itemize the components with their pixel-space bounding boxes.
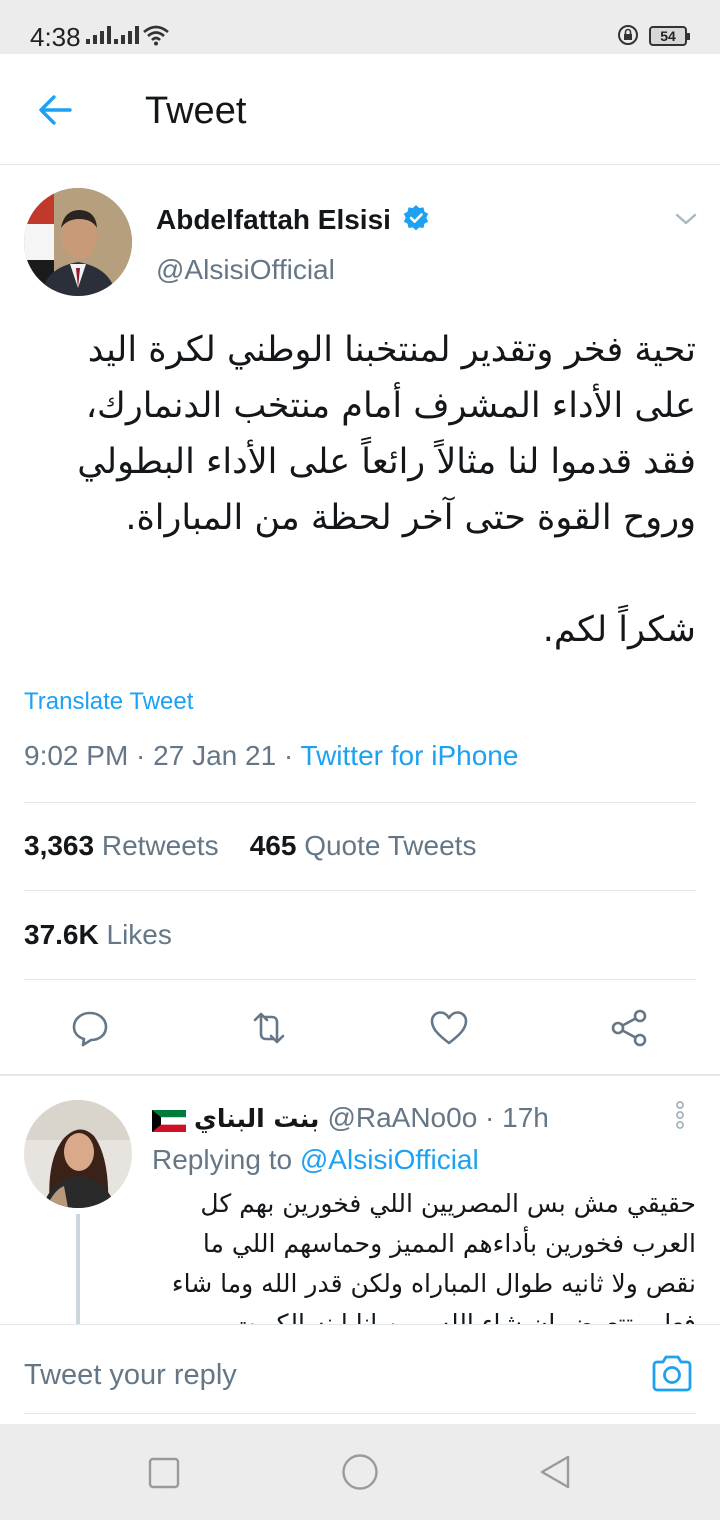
system-nav-bar: [0, 1424, 720, 1520]
reply-composer: [0, 1324, 720, 1423]
rotation-lock-icon: [618, 25, 638, 45]
recent-apps-button[interactable]: [148, 1457, 180, 1489]
reply-text-line: العرب فخورين بأداءهم المميز وحماسهم اللي…: [202, 1229, 696, 1258]
tweet-text-line: على الأداء المشرف أمام منتخب الدنمارك،: [85, 386, 696, 426]
verified-badge-icon: [403, 205, 429, 231]
divider: [24, 802, 696, 803]
retweets-count: 3,363: [24, 830, 95, 861]
reply-text: حقيقي مش بس المصريين اللي فخورين بهم كل …: [152, 1184, 696, 1324]
divider: [24, 979, 696, 980]
replying-prefix: Replying to: [152, 1144, 300, 1175]
likes-count: 37.6K: [24, 919, 99, 950]
quote-tweets-count: 465: [249, 830, 297, 861]
reply-input[interactable]: [24, 1355, 624, 1395]
triangle-back-icon: [540, 1455, 570, 1489]
author-name[interactable]: Abdelfattah Elsisi: [156, 204, 391, 236]
page-title: Tweet: [145, 90, 247, 132]
tweet-text-line: تحية فخر وتقدير لمنتخبنا الوطني لكرة الي…: [87, 330, 696, 370]
like-icon[interactable]: [429, 1008, 469, 1048]
tweet-meta: 9:02 PM · 27 Jan 21 · Twitter for iPhone: [24, 740, 518, 772]
author-avatar[interactable]: [24, 188, 132, 296]
reply-author-avatar[interactable]: [24, 1100, 132, 1208]
divider: [24, 1413, 696, 1414]
retweet-icon[interactable]: [249, 1008, 289, 1048]
quote-tweets-label: Quote Tweets: [304, 830, 477, 861]
tweet-timestamp: 9:02 PM · 27 Jan 21 ·: [24, 740, 301, 771]
reply-header: بنت البناي @RaANo0o · 17h: [152, 1102, 549, 1134]
stats-row: 3,363 Retweets 465 Quote Tweets: [24, 830, 476, 862]
square-icon: [148, 1457, 180, 1489]
signal-icon: [114, 26, 139, 44]
arrow-left-icon: [39, 95, 72, 125]
retweets-stat[interactable]: 3,363 Retweets: [24, 830, 219, 861]
chevron-down-icon[interactable]: [674, 210, 698, 228]
likes-label: Likes: [106, 919, 172, 950]
reply-text-line: حقيقي مش بس المصريين اللي فخورين بهم كل: [200, 1189, 696, 1218]
author-handle[interactable]: @AlsisiOfficial: [156, 254, 335, 286]
reply-text-line: فعل وتتعوض إن شاء الله ومن انا ابنه الكو…: [232, 1309, 696, 1324]
retweets-label: Retweets: [101, 830, 219, 861]
app-header: Tweet: [0, 54, 720, 165]
thread-line: [76, 1214, 80, 1326]
reply-handle-time: @RaANo0o · 17h: [327, 1102, 549, 1133]
replying-to-link[interactable]: @AlsisiOfficial: [300, 1144, 479, 1175]
tweet-actions: [0, 1002, 720, 1054]
section-divider: [0, 1074, 720, 1076]
translate-tweet-link[interactable]: Translate Tweet: [24, 688, 193, 716]
share-icon[interactable]: [609, 1008, 649, 1048]
tweet-text-line: وروح القوة حتى آخر لحظة من المباراة.: [125, 498, 696, 538]
reply-text-line: نقص ولا ثانيه طوال المباراه ولكن قدر الل…: [171, 1269, 696, 1298]
circle-icon: [342, 1454, 378, 1490]
likes-stat[interactable]: 37.6K Likes: [24, 919, 172, 950]
more-options-icon[interactable]: [672, 1100, 688, 1130]
likes-row: 37.6K Likes: [24, 919, 172, 951]
tweet-text-line: شكراً لكم.: [542, 610, 696, 650]
wifi-icon: [143, 25, 169, 46]
back-button[interactable]: [36, 90, 76, 130]
tweet-text: تحية فخر وتقدير لمنتخبنا الوطني لكرة الي…: [24, 322, 696, 658]
camera-button[interactable]: [650, 1353, 694, 1393]
replying-to: Replying to @AlsisiOfficial: [152, 1144, 479, 1176]
home-button[interactable]: [341, 1453, 379, 1491]
reply-author-name[interactable]: بنت البناي: [194, 1104, 319, 1133]
tweet-text-line: فقد قدموا لنا مثالاً رائعاً على الأداء ا…: [77, 442, 696, 482]
reply-icon[interactable]: [70, 1008, 110, 1048]
tweet-source-link[interactable]: Twitter for iPhone: [301, 740, 519, 771]
kuwait-flag-icon: [152, 1107, 186, 1132]
quote-tweets-stat[interactable]: 465 Quote Tweets: [250, 830, 477, 861]
status-bar: 4:38 54: [0, 0, 720, 54]
divider: [24, 890, 696, 891]
signal-icon: [86, 26, 111, 44]
back-nav-button[interactable]: [538, 1454, 572, 1490]
camera-icon: [652, 1355, 692, 1392]
battery-icon: 54: [649, 26, 690, 46]
status-time: 4:38: [30, 22, 81, 52]
